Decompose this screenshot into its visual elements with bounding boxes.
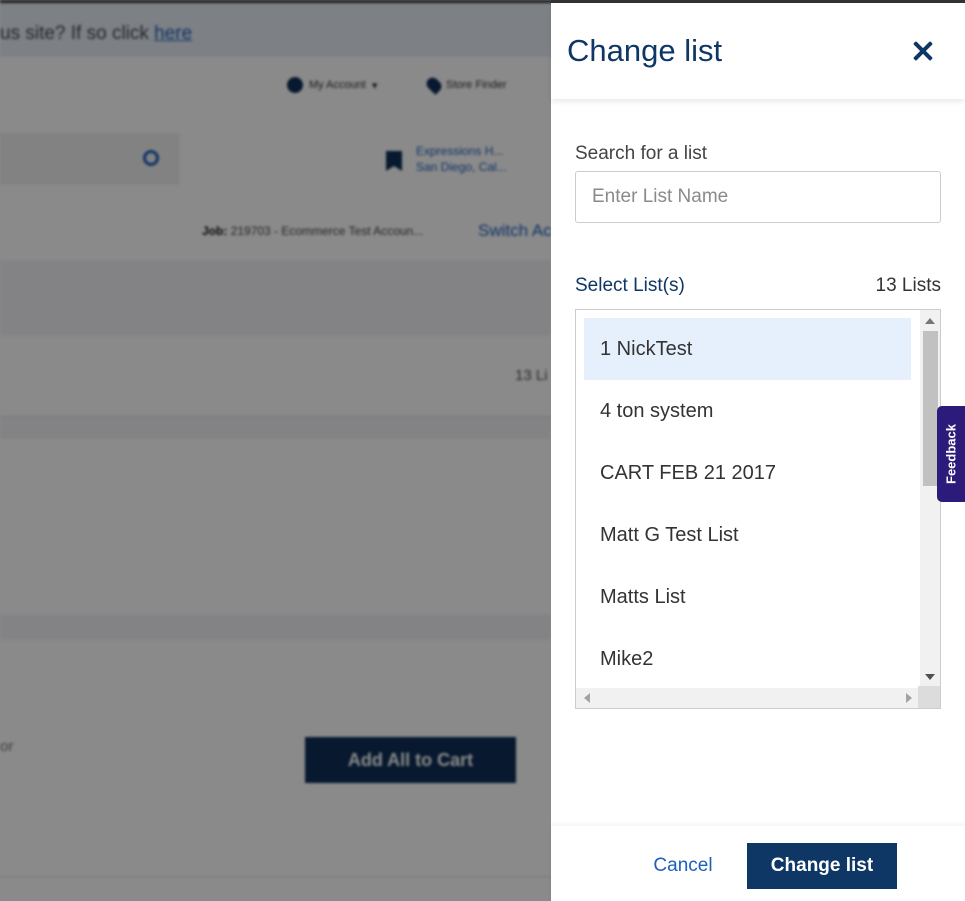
feedback-tab[interactable]: Feedback xyxy=(937,406,965,502)
drawer-header: Change list xyxy=(551,3,965,99)
list-item-label: 4 ton system xyxy=(600,399,714,422)
scroll-up-arrow-icon[interactable] xyxy=(925,318,935,324)
feedback-label: Feedback xyxy=(943,424,959,484)
list-item[interactable]: Mike2 xyxy=(584,628,911,690)
list-search-input[interactable] xyxy=(575,171,941,223)
list-item[interactable]: 1 NickTest xyxy=(584,318,911,380)
drawer-footer: Cancel Change list xyxy=(551,826,965,901)
list-item-label: Mike2 xyxy=(600,647,654,670)
cancel-button[interactable]: Cancel xyxy=(635,843,731,889)
scroll-right-arrow-icon[interactable] xyxy=(906,693,912,703)
list-item[interactable]: Matts List xyxy=(584,566,911,628)
change-list-drawer: Change list Search for a list Select Lis… xyxy=(551,0,965,901)
horizontal-scrollbar[interactable] xyxy=(576,688,920,708)
select-lists-label: Select List(s) xyxy=(575,275,685,296)
list-item[interactable]: CART FEB 21 2017 xyxy=(584,442,911,504)
scroll-thumb[interactable] xyxy=(923,331,938,486)
list-item-label: CART FEB 21 2017 xyxy=(600,461,777,484)
list-item-label: Matt G Test List xyxy=(600,523,739,546)
list-item-label: 1 NickTest xyxy=(600,337,693,360)
list-count: 13 Lists xyxy=(875,275,941,296)
list-item[interactable]: 4 ton system xyxy=(584,380,911,442)
scroll-left-arrow-icon[interactable] xyxy=(584,693,590,703)
scrollbar-corner xyxy=(918,686,940,708)
scroll-down-arrow-icon[interactable] xyxy=(925,674,935,680)
drawer-title: Change list xyxy=(567,33,723,68)
close-icon[interactable] xyxy=(911,39,935,63)
list-selector[interactable]: 1 NickTest 4 ton system CART FEB 21 2017 Ma… xyxy=(575,309,941,709)
change-list-button[interactable]: Change list xyxy=(747,843,897,889)
list-item-label: Matts List xyxy=(600,585,686,608)
search-label: Search for a list xyxy=(575,143,707,164)
list-items: 1 NickTest 4 ton system CART FEB 21 2017 Ma… xyxy=(584,318,911,690)
modal-overlay[interactable] xyxy=(0,0,551,901)
list-item[interactable]: Matt G Test List xyxy=(584,504,911,566)
